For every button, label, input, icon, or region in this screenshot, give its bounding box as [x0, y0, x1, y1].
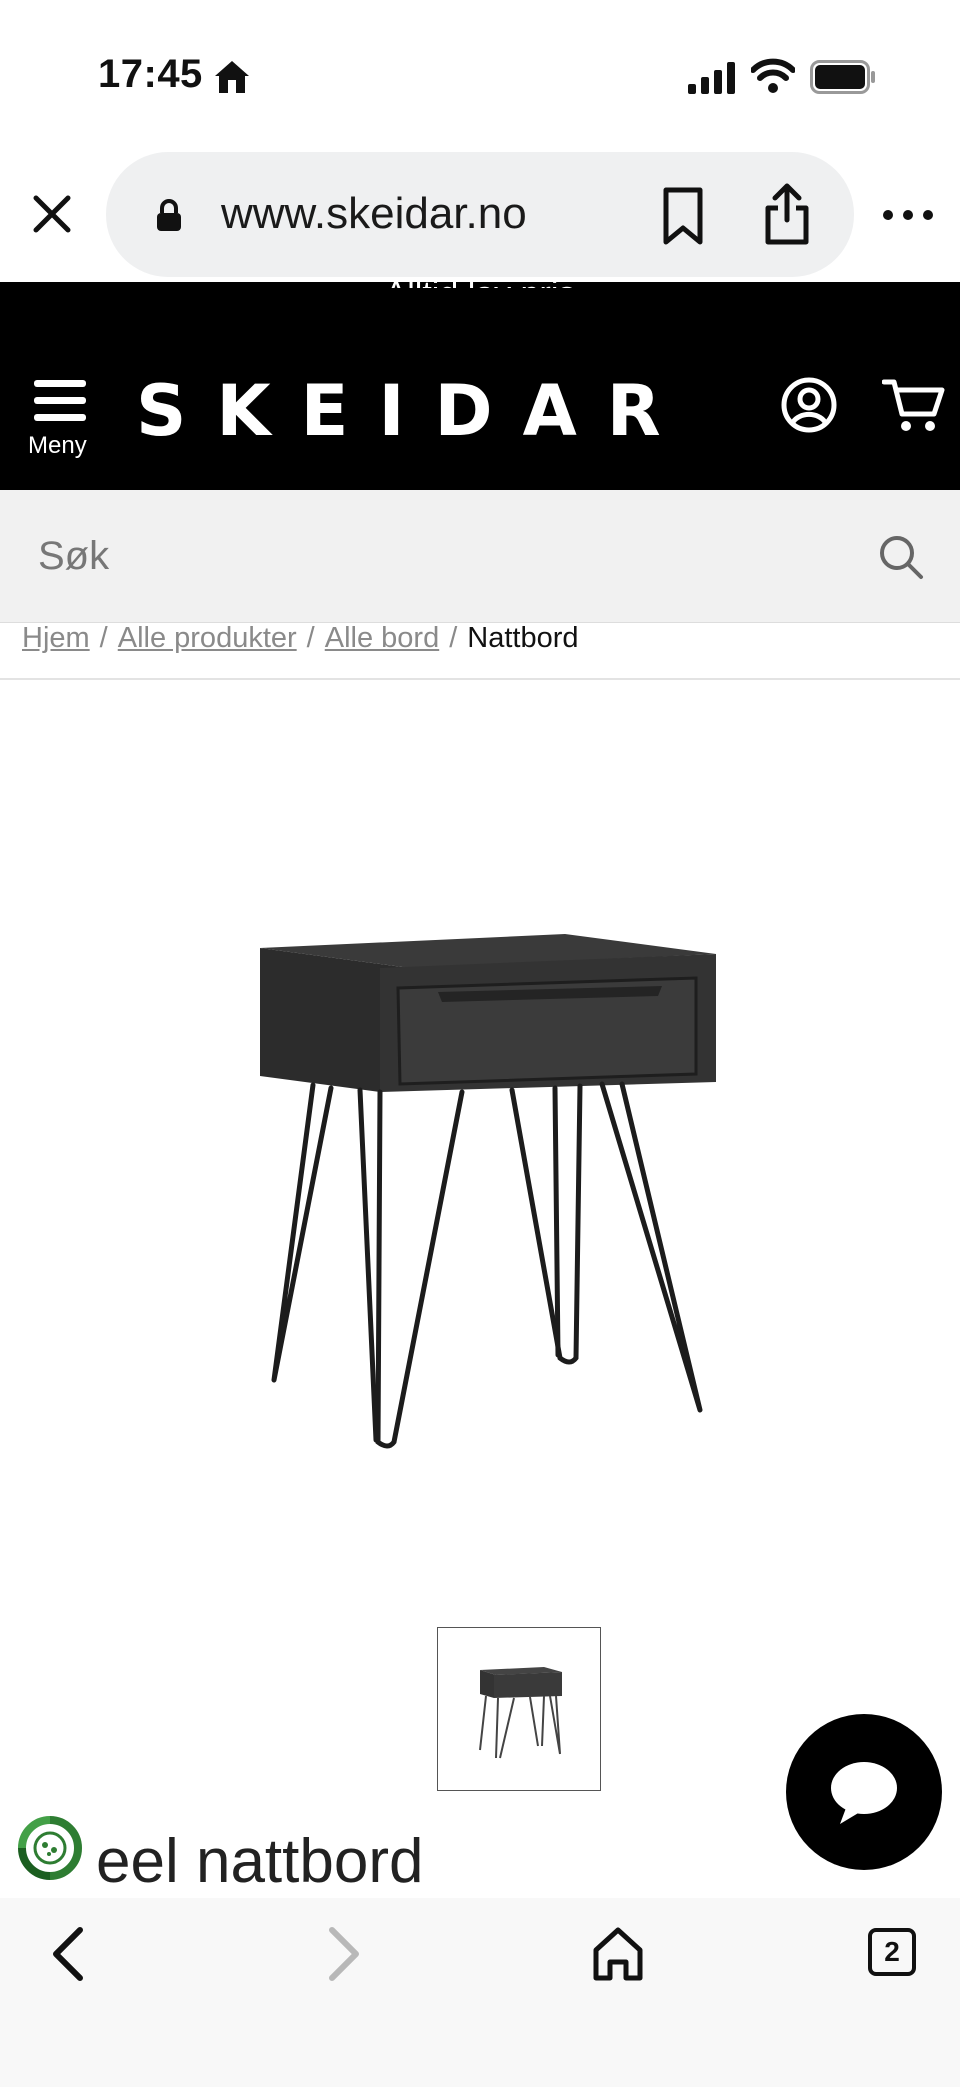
- bookmark-icon[interactable]: [658, 186, 708, 246]
- divider: [0, 678, 960, 680]
- back-arrow-icon[interactable]: [44, 1924, 92, 1984]
- menu-button[interactable]: Meny: [26, 376, 96, 476]
- search-icon[interactable]: [878, 534, 924, 580]
- product-thumbnail[interactable]: [437, 1627, 601, 1791]
- share-icon[interactable]: [762, 182, 812, 246]
- battery-icon: [810, 60, 875, 94]
- breadcrumb: Hjem / Alle produkter / Alle bord / Nattbord: [22, 622, 579, 654]
- cellular-signal-icon: [688, 62, 735, 94]
- chat-button[interactable]: [786, 1714, 942, 1870]
- url-text: www.skeidar.no: [221, 189, 527, 238]
- more-options-icon[interactable]: [880, 200, 936, 230]
- close-tab-button[interactable]: [28, 190, 76, 238]
- hamburger-menu-icon: [34, 380, 86, 421]
- status-time: 17:45: [98, 52, 203, 96]
- breadcrumb-current: Nattbord: [467, 622, 579, 654]
- promo-banner-text: Alltid lav pris: [0, 266, 960, 288]
- close-icon: [33, 195, 71, 233]
- site-header: Alltid lav pris Meny SKEIDAR: [0, 275, 960, 490]
- shopping-cart-icon[interactable]: [882, 376, 946, 434]
- wifi-icon: [751, 58, 795, 93]
- tabs-count-button[interactable]: 2: [868, 1928, 916, 1976]
- account-icon[interactable]: [780, 376, 838, 434]
- search-bar[interactable]: Søk: [0, 490, 960, 623]
- menu-label: Meny: [28, 432, 87, 459]
- product-image-nightstand[interactable]: [230, 900, 750, 1460]
- breadcrumb-link-all-products[interactable]: Alle produkter: [118, 622, 297, 654]
- chat-bubble-icon: [831, 1762, 897, 1824]
- home-icon[interactable]: [590, 1924, 646, 1984]
- breadcrumb-link-all-tables[interactable]: Alle bord: [325, 622, 439, 654]
- search-input[interactable]: Søk: [38, 534, 109, 579]
- skeidar-logo[interactable]: SKEIDAR: [136, 370, 691, 452]
- browser-bottom-bar: 2: [0, 1898, 960, 2087]
- thumbnail-nightstand-image: [479, 1667, 562, 1759]
- breadcrumb-link-home[interactable]: Hjem: [22, 622, 90, 654]
- eco-recycle-icon: [18, 1816, 82, 1880]
- lock-icon: [157, 199, 181, 231]
- product-title: eel nattbord: [96, 1827, 424, 1896]
- address-bar[interactable]: www.skeidar.no: [106, 152, 854, 277]
- forward-arrow-icon[interactable]: [320, 1924, 368, 1984]
- home-status-icon: [215, 61, 249, 93]
